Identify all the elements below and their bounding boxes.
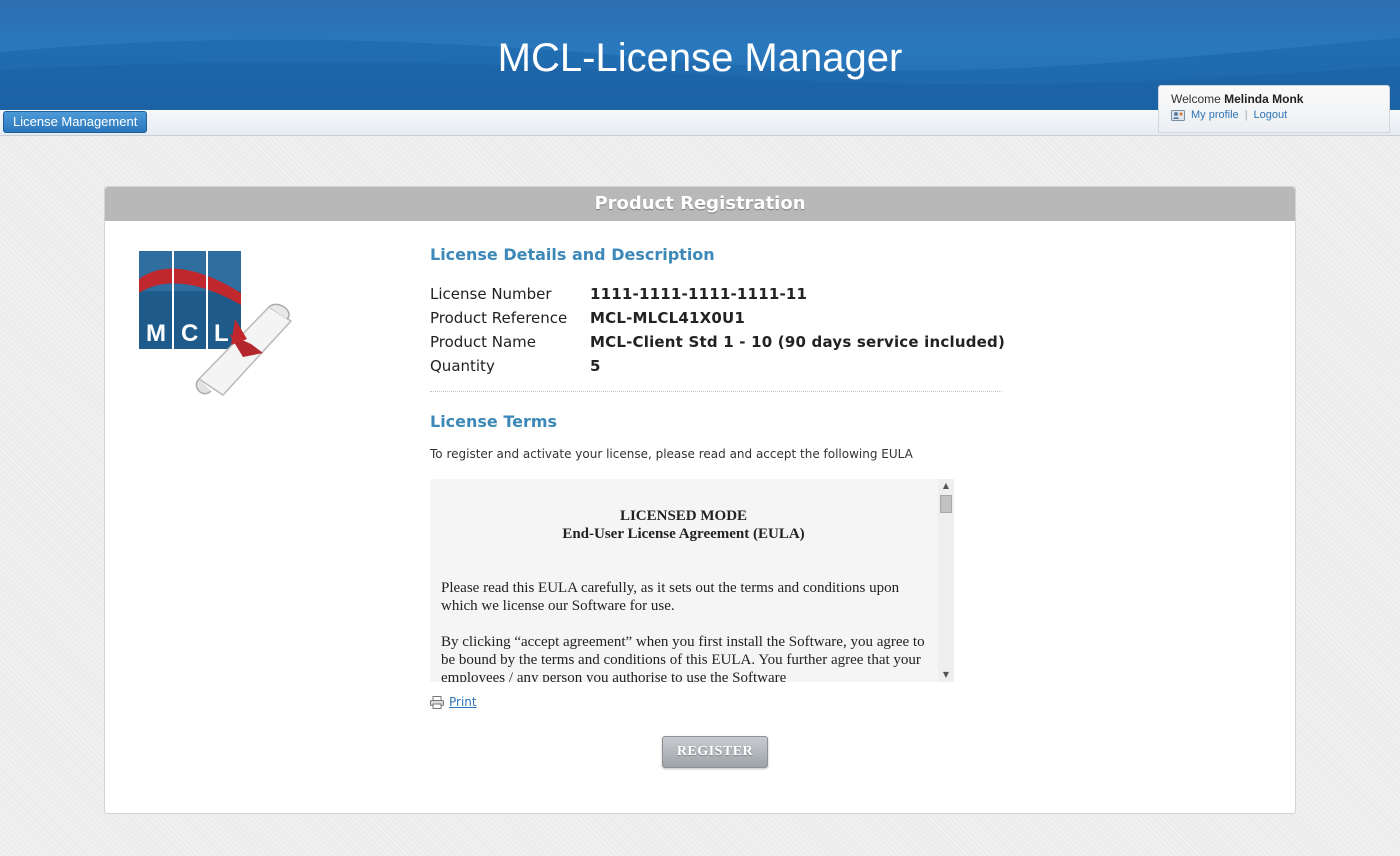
detail-label: Quantity	[430, 357, 495, 375]
eula-paragraph-1: Please read this EULA carefully, as it s…	[441, 580, 900, 614]
eula-paragraph-2: By clicking “accept agreement” when you …	[441, 634, 925, 682]
quantity-value: 5	[590, 357, 601, 375]
eula-heading-1: LICENSED MODE	[619, 508, 748, 524]
logout-link[interactable]: Logout	[1254, 109, 1288, 121]
product-reference-value: MCL-MLCL41X0U1	[590, 309, 746, 327]
link-separator: |	[1244, 109, 1248, 121]
detail-label: License Number	[430, 285, 552, 303]
user-panel: Welcome Melinda Monk My profile | Logout	[1158, 85, 1390, 133]
printer-icon	[430, 695, 444, 709]
app-title: MCL-License Manager	[497, 36, 903, 80]
logo-letter-l: L	[214, 320, 229, 347]
scroll-down-icon[interactable]: ▼	[938, 668, 954, 682]
eula-heading-2: End-User License Agreement (EULA)	[562, 526, 805, 542]
license-management-button[interactable]: License Management	[3, 111, 148, 133]
terms-intro-text: To register and activate your license, p…	[430, 447, 913, 461]
eula-textbox[interactable]: LICENSED MODE End-User License Agreement…	[430, 479, 954, 682]
license-details: License Number 1111-1111-1111-1111-11 Pr…	[430, 282, 1030, 378]
scroll-thumb[interactable]	[940, 495, 952, 513]
panel-title: Product Registration	[105, 187, 1295, 221]
registration-panel: Product Registration M C L License Detai…	[104, 186, 1296, 814]
register-button[interactable]: REGISTER	[662, 736, 768, 768]
detail-row-quantity: Quantity 5	[430, 354, 1030, 378]
mcl-logo: M C L	[139, 251, 293, 396]
eula-content: LICENSED MODE End-User License Agreement…	[430, 479, 938, 682]
welcome-text: Welcome Melinda Monk	[1171, 92, 1377, 106]
eula-scrollbar[interactable]: ▲ ▼	[938, 479, 954, 682]
print-link[interactable]: Print	[449, 695, 477, 709]
detail-label: Product Name	[430, 333, 536, 351]
user-name: Melinda Monk	[1224, 92, 1304, 106]
profile-icon	[1171, 110, 1185, 121]
product-name-value: MCL-Client Std 1 - 10 (90 days service i…	[590, 333, 1006, 351]
logo-letter-c: C	[181, 320, 198, 347]
license-number-value: 1111-1111-1111-1111-11	[590, 285, 808, 303]
detail-row-product-name: Product Name MCL-Client Std 1 - 10 (90 d…	[430, 330, 1030, 354]
welcome-prefix: Welcome	[1171, 92, 1221, 106]
my-profile-link[interactable]: My profile	[1191, 109, 1239, 121]
detail-row-license-number: License Number 1111-1111-1111-1111-11	[430, 282, 1030, 306]
detail-label: Product Reference	[430, 309, 568, 327]
logo-letter-m: M	[146, 320, 166, 347]
scroll-up-icon[interactable]: ▲	[938, 479, 954, 493]
license-terms-title: License Terms	[430, 412, 558, 431]
license-details-title: License Details and Description	[430, 245, 715, 264]
license-content: License Details and Description License …	[430, 245, 1030, 461]
section-divider	[430, 391, 1002, 392]
detail-row-product-reference: Product Reference MCL-MLCL41X0U1	[430, 306, 1030, 330]
print-action[interactable]: Print	[430, 695, 477, 709]
